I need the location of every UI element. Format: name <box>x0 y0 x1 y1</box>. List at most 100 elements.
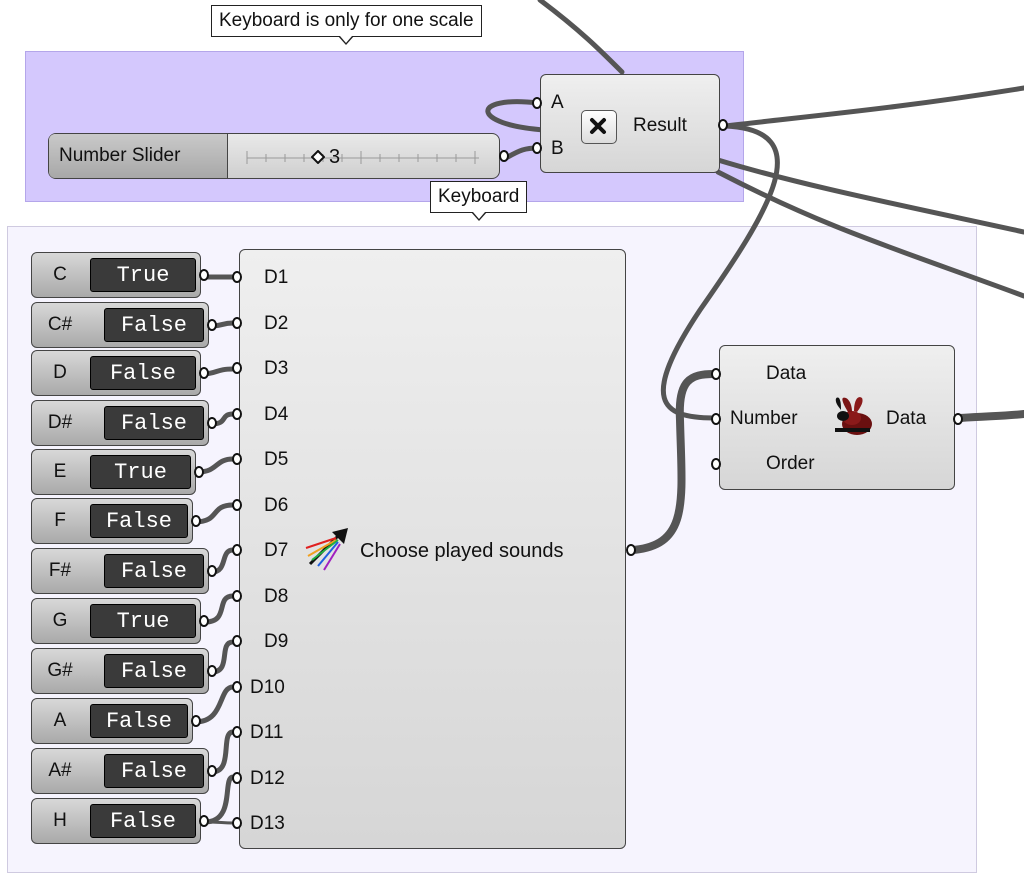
toggle-1[interactable]: C# False <box>31 302 209 348</box>
merge-input-label: D12 <box>250 767 285 789</box>
toggle-note-label: E <box>53 461 67 482</box>
color-arrow-icon <box>305 528 348 571</box>
multiply-output-port[interactable] <box>718 119 728 131</box>
merge-input-port[interactable] <box>232 817 242 829</box>
toggle-output-port[interactable] <box>207 565 217 577</box>
toggle-note-label: C <box>53 264 67 285</box>
multiply-input-a-port[interactable] <box>532 97 542 109</box>
merge-input-port[interactable] <box>232 680 242 693</box>
merge-input-port[interactable] <box>232 453 242 465</box>
toggle-value[interactable]: False <box>104 554 204 588</box>
multiply-input-b-port[interactable] <box>532 142 542 154</box>
toggle-output-port[interactable] <box>191 515 201 527</box>
merge-input-port[interactable] <box>232 316 242 329</box>
wire-result-offscreen-2 <box>715 169 1024 299</box>
merge-component[interactable]: D1 D2 D3 D4 D5 D6 D7 D8 D9 D10 D11 D12 D13 Choose pl… <box>239 249 626 849</box>
toggle-output-port[interactable] <box>207 765 217 777</box>
merge-input-port[interactable] <box>232 771 242 784</box>
multiply-component[interactable]: A B Result <box>540 74 720 173</box>
toggle-value[interactable]: False <box>104 754 204 788</box>
toggle-value[interactable]: True <box>90 258 196 292</box>
toggle-output-port[interactable] <box>199 615 209 627</box>
toggle-8[interactable]: G# False <box>31 648 209 694</box>
toggle-output-port[interactable] <box>199 367 209 379</box>
group-keyboard-tag: Keyboard <box>430 181 528 221</box>
toggle-output-port[interactable] <box>194 466 204 478</box>
toggle-note-label: A# <box>48 760 72 781</box>
merge-input-port[interactable] <box>232 271 242 283</box>
toggle-6[interactable]: F# False <box>31 548 209 594</box>
toggle-value[interactable]: False <box>90 356 196 390</box>
toggle-note-label: D <box>53 362 67 383</box>
slider-output-port[interactable] <box>499 150 509 162</box>
merge-input-port[interactable] <box>232 362 242 374</box>
number-slider[interactable]: Number Slider 3 <box>48 133 500 179</box>
toggle-note-label: C# <box>47 314 73 335</box>
toggle-output-port[interactable] <box>207 417 217 429</box>
toggle-value[interactable]: True <box>90 455 191 489</box>
merge-input-label: D1 <box>264 267 289 288</box>
merge-input-label: D7 <box>264 540 289 561</box>
toggle-note-label: H <box>53 810 67 831</box>
wire-h-d13 <box>203 820 235 825</box>
toggle-output-port[interactable] <box>199 269 209 281</box>
wire-result-offscreen-1 <box>722 85 1024 129</box>
slider-label-box: Number Slider <box>49 134 228 178</box>
merge-input-port[interactable] <box>232 498 242 511</box>
merge-output-port[interactable] <box>626 544 636 556</box>
toggle-note-label: A <box>53 710 67 731</box>
slider-grip-icon[interactable] <box>311 150 325 164</box>
wire-merge-to-data <box>629 370 718 554</box>
toggle-4[interactable]: E True <box>31 449 196 495</box>
wire-g-d8 <box>202 593 236 625</box>
merge-input-label: D8 <box>264 585 289 607</box>
multiply-x-icon <box>581 110 617 144</box>
toggle-value[interactable]: False <box>104 654 204 688</box>
shift-input-data-label: Data <box>766 363 807 384</box>
merge-input-port[interactable] <box>232 544 242 556</box>
toggle-value[interactable]: True <box>90 604 196 638</box>
merge-input-port[interactable] <box>232 589 242 602</box>
toggle-output-port[interactable] <box>207 319 217 331</box>
toggle-note-label: F# <box>48 560 72 581</box>
toggle-output-port[interactable] <box>207 665 217 677</box>
shift-input-number-port[interactable] <box>711 413 721 425</box>
merge-input-port[interactable] <box>232 635 242 647</box>
multiply-input-a-label: A <box>551 92 564 113</box>
shift-input-data-port[interactable] <box>711 368 721 380</box>
slider-label: Number Slider <box>59 145 181 166</box>
wire-offscreen-top <box>537 0 625 75</box>
shift-input-order-label: Order <box>766 453 815 474</box>
toggle-9[interactable]: A False <box>31 698 193 744</box>
multiply-input-b-label: B <box>551 138 564 159</box>
merge-title: Choose played sounds <box>360 540 564 562</box>
merge-input-port[interactable] <box>232 726 242 738</box>
toggle-10[interactable]: A# False <box>31 748 209 794</box>
toggle-output-port[interactable] <box>191 715 201 727</box>
toggle-11[interactable]: H False <box>31 798 201 844</box>
shift-list-component[interactable]: Data Number Order Data <box>719 345 955 490</box>
multiply-output-label: Result <box>633 115 687 136</box>
toggle-3[interactable]: D# False <box>31 400 209 446</box>
shift-input-order-port[interactable] <box>711 458 721 470</box>
toggle-0[interactable]: C True <box>31 252 201 298</box>
toggle-value[interactable]: False <box>90 504 188 538</box>
merge-input-port[interactable] <box>232 407 242 420</box>
toggle-value[interactable]: False <box>90 704 188 738</box>
shift-output-port[interactable] <box>953 413 963 425</box>
toggle-5[interactable]: F False <box>31 498 193 544</box>
wire-data-offscreen <box>956 410 1024 422</box>
slider-track[interactable] <box>239 142 484 170</box>
wire-h-d12 <box>202 774 236 825</box>
shift-output-label: Data <box>886 408 927 429</box>
toggle-2[interactable]: D False <box>31 350 201 396</box>
toggle-output-port[interactable] <box>199 815 209 827</box>
toggle-7[interactable]: G True <box>31 598 201 644</box>
shift-input-number-label: Number <box>730 408 798 429</box>
merge-input-label: D13 <box>250 813 285 834</box>
toggle-value[interactable]: False <box>104 308 204 342</box>
merge-input-label: D11 <box>250 722 284 743</box>
toggle-value[interactable]: False <box>104 406 204 440</box>
rabbit-icon <box>835 397 872 435</box>
toggle-value[interactable]: False <box>90 804 196 838</box>
